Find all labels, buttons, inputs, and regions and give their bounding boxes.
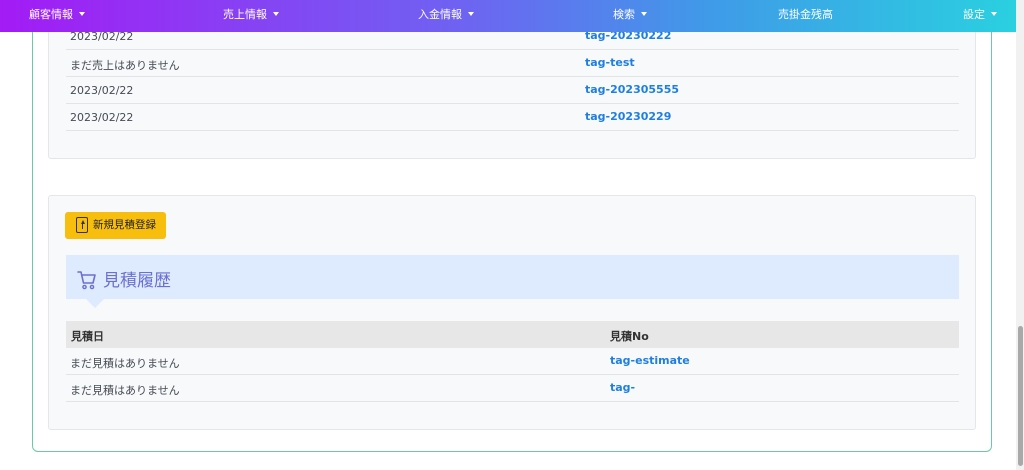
sale-tag-link[interactable]: tag-202305555 [585, 83, 679, 96]
column-header-no: 見積No [610, 330, 649, 343]
estimate-no-link[interactable]: tag- [610, 381, 635, 394]
new-estimate-button[interactable]: 新規見積登録 [65, 212, 166, 239]
caret-down-icon [79, 12, 85, 16]
nav-receivables-balance[interactable]: 売掛金残高 [778, 0, 833, 32]
sale-date: まだ売上はありません [70, 59, 180, 72]
estimate-date: まだ見積はありません [70, 357, 180, 370]
scrollbar-thumb[interactable] [1018, 326, 1023, 466]
nav-search[interactable]: 検索 [613, 0, 647, 32]
nav-label: 入金情報 [418, 8, 462, 21]
nav-payment-info[interactable]: 入金情報 [418, 0, 474, 32]
column-header-date: 見積日 [71, 330, 104, 343]
estimate-table-header: 見積日 見積No [66, 321, 959, 348]
sale-date: 2023/02/22 [70, 111, 134, 124]
estimate-history-header: 見積履歴 [66, 255, 959, 308]
table-row: まだ見積はありません tag- [66, 375, 959, 402]
sale-date: 2023/02/22 [70, 84, 134, 97]
nav-label: 顧客情報 [29, 8, 73, 21]
table-row: 2023/02/22 tag-20230229 [66, 104, 959, 131]
table-row: 2023/02/22 tag-202305555 [66, 77, 959, 104]
table-row: まだ見積はありません tag-estimate [66, 348, 959, 375]
section-title: 見積履歴 [103, 271, 171, 291]
caret-down-icon [273, 12, 279, 16]
caret-down-icon [641, 12, 647, 16]
nav-label: 設定 [963, 8, 985, 21]
nav-sales-info[interactable]: 売上情報 [223, 0, 279, 32]
nav-label: 検索 [613, 8, 635, 21]
nav-label: 売上情報 [223, 8, 267, 21]
caret-down-icon [991, 12, 997, 16]
upload-icon [76, 217, 88, 233]
new-estimate-label: 新規見積登録 [93, 219, 156, 231]
nav-customer-info[interactable]: 顧客情報 [29, 0, 85, 32]
top-navbar: 顧客情報 売上情報 入金情報 検索 売掛金残高 設定 [0, 0, 1016, 32]
estimate-no-link[interactable]: tag-estimate [610, 354, 690, 367]
sale-tag-link[interactable]: tag-20230229 [585, 110, 671, 123]
nav-label: 売掛金残高 [778, 8, 833, 21]
table-row: まだ売上はありません tag-test [66, 50, 959, 77]
nav-settings[interactable]: 設定 [963, 0, 997, 32]
estimate-date: まだ見積はありません [70, 384, 180, 397]
sale-tag-link[interactable]: tag-test [585, 56, 635, 69]
cart-icon [77, 271, 96, 290]
caret-down-icon [468, 12, 474, 16]
